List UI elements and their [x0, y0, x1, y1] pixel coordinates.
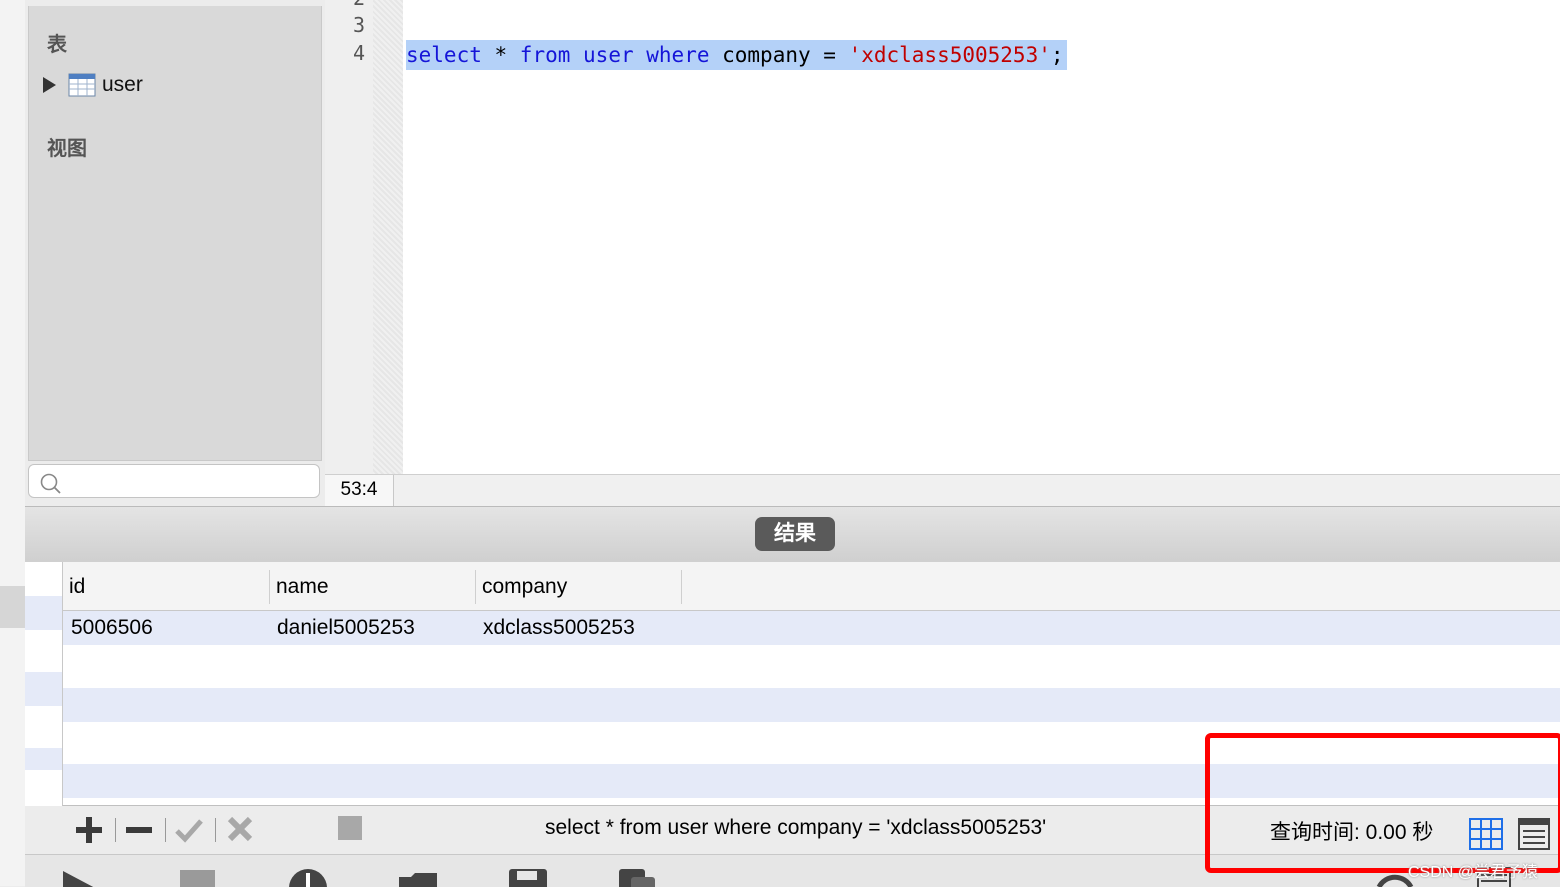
line-number: 2 [353, 0, 365, 10]
keyword-select: select [406, 43, 482, 67]
sidebar-item-label: user [102, 73, 143, 96]
row-header-cell[interactable] [25, 596, 62, 630]
window-edge [0, 0, 25, 886]
fold-margin [373, 0, 403, 474]
table-icon [68, 73, 96, 97]
column-header-company[interactable]: company [476, 570, 682, 604]
string-literal: 'xdclass5005253' [848, 43, 1051, 67]
toolbar-divider [215, 818, 216, 842]
sidebar-search[interactable] [28, 464, 320, 498]
save-as-icon[interactable] [617, 867, 657, 887]
apply-changes-icon[interactable] [173, 814, 205, 846]
line-number: 3 [352, 13, 365, 37]
code-star: * [481, 43, 520, 67]
add-row-icon[interactable] [73, 814, 105, 846]
search-icon [40, 473, 61, 494]
views-heading: 视图 [47, 138, 87, 160]
row-header-cell [25, 562, 62, 596]
stop-query-icon[interactable] [338, 816, 362, 840]
cursor-position: 53:4 [325, 475, 394, 507]
column-header-name[interactable]: name [270, 570, 476, 604]
edge-marker [0, 586, 25, 628]
cell-company[interactable]: xdclass5005253 [475, 611, 635, 645]
result-tab-bar: 结果 [25, 506, 1560, 563]
sidebar-item-user[interactable]: user [43, 70, 143, 100]
code-semicolon: ; [1050, 43, 1064, 67]
row-header-cell [25, 630, 62, 672]
keyword-user: user [583, 43, 634, 67]
status-query-text: select * from user where company = 'xdcl… [545, 816, 1047, 839]
discard-changes-icon[interactable] [225, 814, 255, 844]
row-header-cell [25, 706, 62, 748]
column-header-id[interactable]: id [63, 570, 270, 604]
editor-status-bar: 53:4 [325, 474, 1560, 507]
keyword-where: where [646, 43, 710, 67]
disclosure-triangle-icon[interactable] [43, 77, 56, 93]
tables-heading: 表 [47, 34, 67, 56]
tab-result[interactable]: 结果 [755, 517, 835, 551]
table-row[interactable]: 5006506 daniel5005253 xdclass5005253 [63, 611, 1560, 645]
delete-row-icon[interactable] [123, 814, 155, 846]
stop-icon[interactable] [180, 870, 215, 887]
keyword-from: from [519, 43, 571, 67]
annotation-highlight-box [1205, 733, 1560, 873]
row-header-cell [25, 748, 62, 770]
toolbar-divider [115, 818, 116, 842]
watermark: CSDN @尝君予猿 [1408, 864, 1539, 881]
code-line-selected[interactable]: select * from user where company = 'xdcl… [406, 40, 1067, 70]
row-header-column [25, 562, 62, 806]
cell-id[interactable]: 5006506 [63, 611, 153, 645]
search-input[interactable] [69, 469, 313, 495]
schema-list: 表 user 视图 [28, 6, 322, 461]
table-header: id name company [63, 562, 1560, 611]
line-number-gutter: 2 3 4 [325, 0, 373, 474]
line-number: 4 [352, 41, 365, 65]
sql-editor[interactable]: 2 3 4 select * from user where company =… [325, 0, 1560, 474]
open-folder-icon[interactable] [397, 871, 439, 887]
row-header-cell [25, 672, 62, 706]
table-row-empty [63, 688, 1560, 722]
cell-name[interactable]: daniel5005253 [269, 611, 415, 645]
toolbar-divider [165, 818, 166, 842]
sidebar: 表 user 视图 [25, 0, 325, 506]
code-condition: company = [709, 43, 849, 67]
explain-icon[interactable] [287, 867, 329, 887]
save-icon[interactable] [507, 867, 549, 887]
run-icon[interactable] [61, 869, 99, 887]
